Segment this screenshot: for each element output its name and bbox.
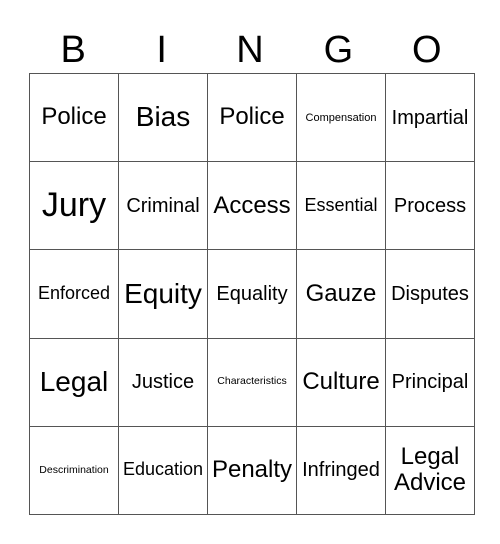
bingo-header: B I N G O [29,28,471,72]
bingo-cell[interactable]: Culture [296,337,386,427]
bingo-cell[interactable]: Descrimination [29,425,119,516]
bingo-cell[interactable]: Equity [118,249,208,339]
bingo-cell[interactable]: Equality [207,249,297,339]
header-letter-n: N [236,29,264,71]
grid-row: Descrimination Education Penalty Infring… [29,425,475,516]
bingo-cell[interactable]: Compensation [296,72,386,163]
bingo-cell[interactable]: Principal [385,337,475,427]
bingo-cell[interactable]: Infringed [296,425,386,516]
bingo-cell[interactable]: Criminal [118,161,208,251]
bingo-cell[interactable]: Jury [29,161,119,251]
bingo-cell[interactable]: Legal [29,337,119,427]
grid-row: Police Bias Police Compensation Impartia… [29,72,475,163]
grid-row: Jury Criminal Access Essential Process [29,161,475,251]
bingo-cell[interactable]: Bias [118,72,208,163]
bingo-cell[interactable]: Penalty [207,425,297,516]
bingo-cell[interactable]: Process [385,161,475,251]
bingo-cell[interactable]: Gauze [296,249,386,339]
header-letter-b: B [60,29,86,71]
bingo-cell[interactable]: Access [207,161,297,251]
grid-row: Enforced Equity Equality Gauze Disputes [29,249,475,339]
grid-row: Legal Justice Characteristics Culture Pr… [29,337,475,427]
bingo-cell[interactable]: Legal Advice [385,425,475,516]
bingo-cell[interactable]: Essential [296,161,386,251]
bingo-cell[interactable]: Characteristics [207,337,297,427]
bingo-cell[interactable]: Impartial [385,72,475,163]
bingo-cell[interactable]: Disputes [385,249,475,339]
bingo-cell[interactable]: Police [29,72,119,163]
header-letter-i: I [156,29,167,71]
header-letter-g: G [323,29,354,71]
bingo-grid: Police Bias Police Compensation Impartia… [29,72,475,516]
bingo-cell[interactable]: Education [118,425,208,516]
header-letter-o: O [412,29,442,71]
bingo-cell[interactable]: Enforced [29,249,119,339]
bingo-cell[interactable]: Justice [118,337,208,427]
bingo-cell[interactable]: Police [207,72,297,163]
